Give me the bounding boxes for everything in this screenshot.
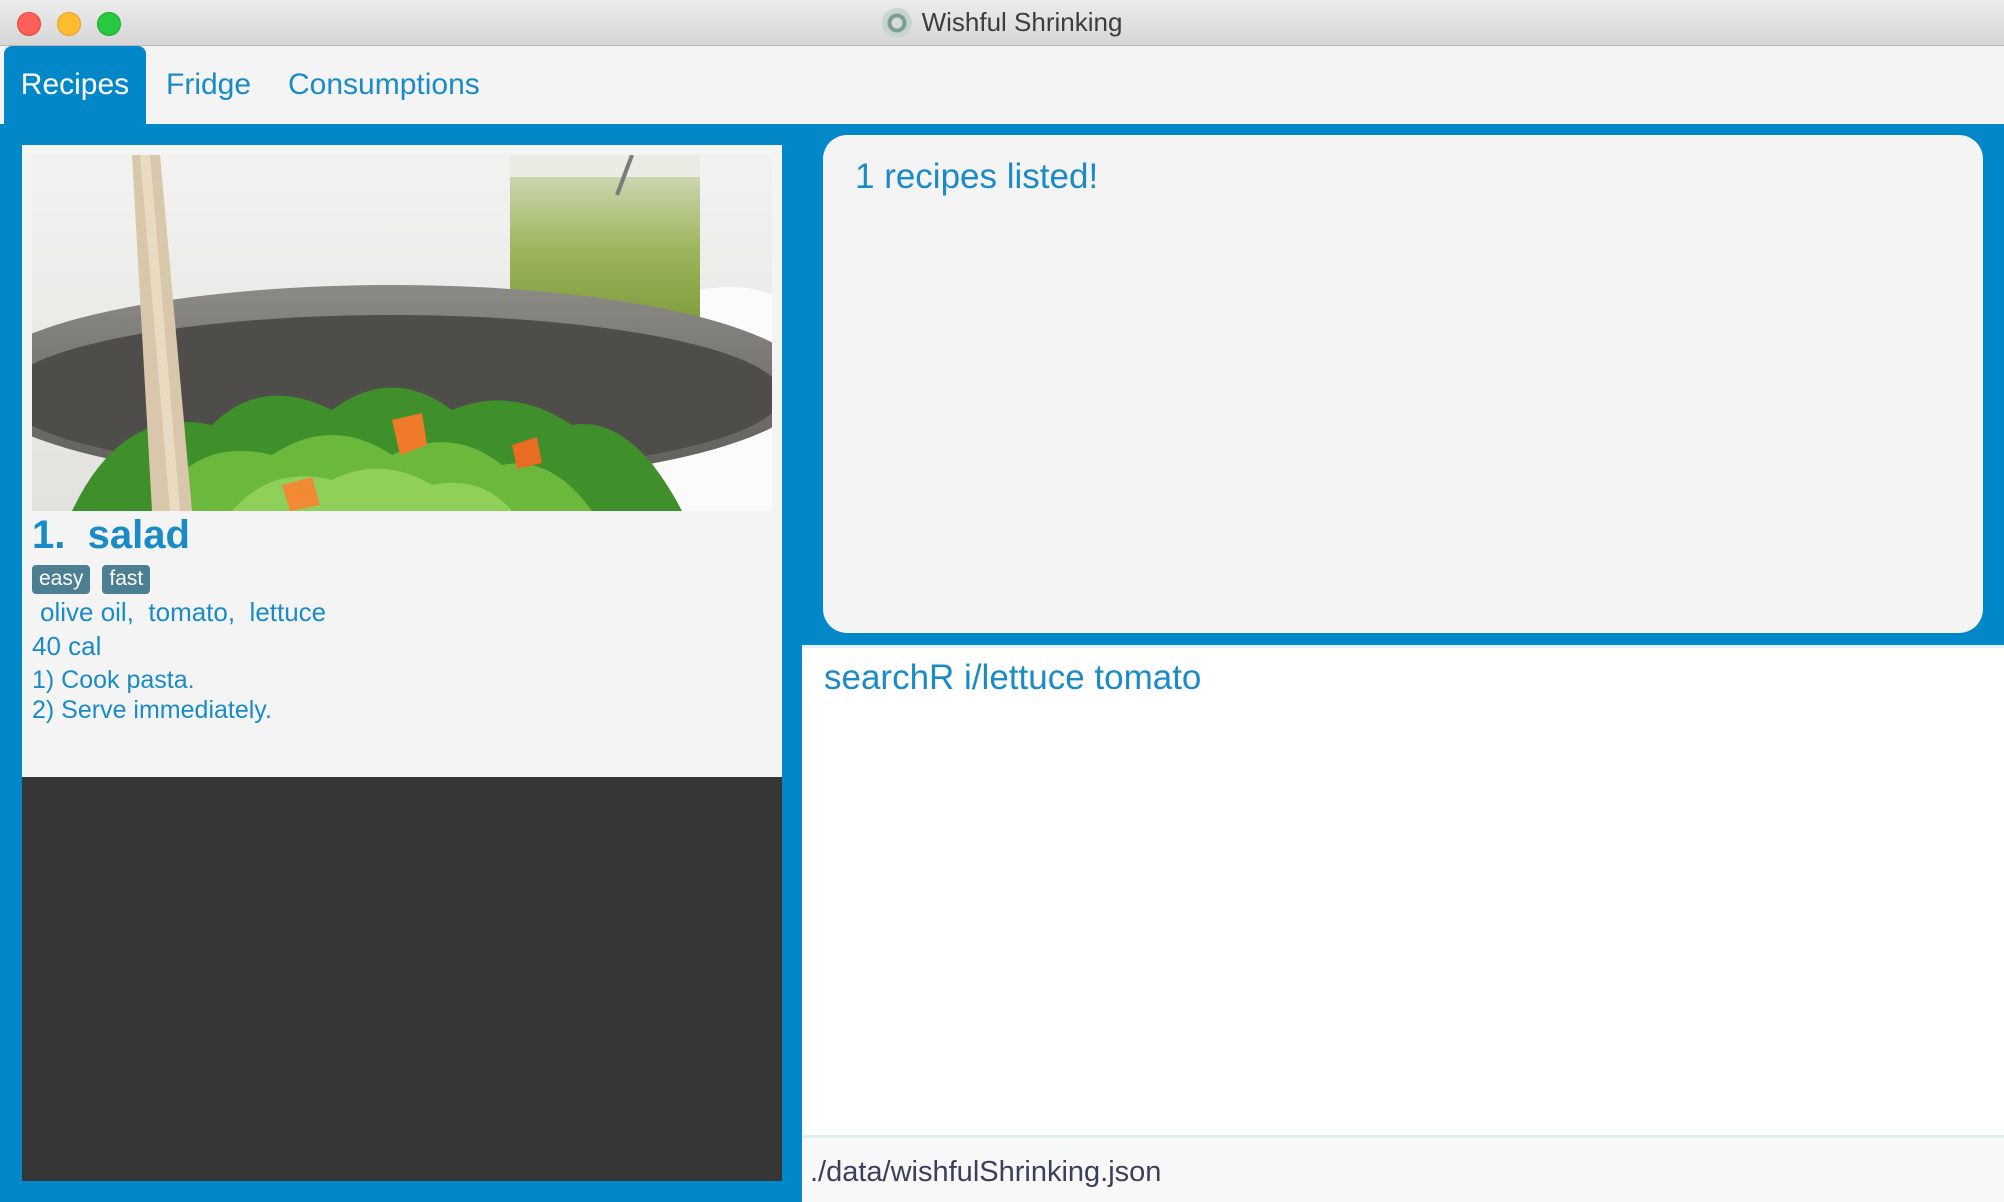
app-icon: [881, 7, 912, 38]
tab-fridge-label: Fridge: [166, 68, 252, 101]
tab-consumptions[interactable]: Consumptions: [288, 46, 480, 124]
salad-photo: [32, 155, 772, 511]
data-file-path: ./data/wishfulShrinking.json: [810, 1156, 1162, 1188]
tag-easy: easy: [32, 565, 91, 594]
status-bar: ./data/wishfulShrinking.json: [802, 1135, 2004, 1202]
recipe-card[interactable]: 1. salad easy fast olive oil, tomato, le…: [22, 145, 782, 777]
recipe-tags: easy fast: [32, 565, 151, 594]
recipe-step: 1) Cook pasta.: [32, 666, 195, 694]
recipe-image: [32, 155, 772, 511]
title-wrap: Wishful Shrinking: [0, 0, 2004, 45]
tab-consumptions-label: Consumptions: [288, 68, 480, 101]
window-title: Wishful Shrinking: [921, 7, 1123, 37]
title-bar: Wishful Shrinking: [0, 0, 2004, 46]
result-display: 1 recipes listed!: [823, 135, 1983, 633]
tag-fast: fast: [102, 565, 151, 594]
recipe-ingredients: olive oil, tomato, lettuce: [40, 597, 327, 627]
recipe-name: 1. salad: [32, 513, 190, 557]
tab-recipes-label: Recipes: [20, 68, 130, 101]
recipe-list[interactable]: 1. salad easy fast olive oil, tomato, le…: [22, 145, 782, 1181]
app-window: Wishful Shrinking Recipes Fridge Consump…: [0, 0, 2004, 1202]
recipe-calories: 40 cal: [32, 631, 102, 661]
tab-fridge[interactable]: Fridge: [166, 46, 251, 124]
command-input[interactable]: searchR i/lettuce tomato: [802, 645, 2004, 1135]
result-message: 1 recipes listed!: [855, 157, 1099, 196]
command-text: searchR i/lettuce tomato: [824, 658, 1202, 697]
tab-recipes[interactable]: Recipes: [4, 46, 146, 124]
tab-bar: Recipes Fridge Consumptions: [0, 46, 2004, 124]
recipe-step: 2) Serve immediately.: [32, 696, 272, 724]
